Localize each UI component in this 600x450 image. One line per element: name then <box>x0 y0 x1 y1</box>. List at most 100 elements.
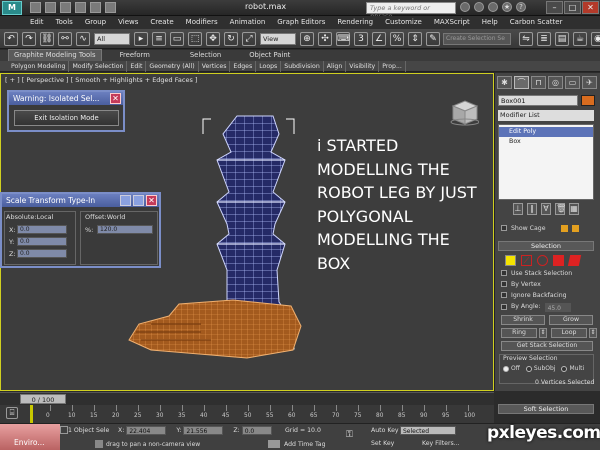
selection-rollout-header[interactable]: Selection <box>498 241 594 251</box>
by-angle-field[interactable]: 45.0 <box>544 302 571 312</box>
by-angle-checkbox[interactable] <box>501 304 507 310</box>
selection-filter-dropdown[interactable]: All <box>94 32 130 45</box>
panel-align[interactable]: Align <box>324 60 347 72</box>
binoculars-icon[interactable] <box>460 2 470 12</box>
cage-color-swatch[interactable] <box>561 224 569 232</box>
panel-polygon-modeling[interactable]: Polygon Modeling <box>8 60 70 72</box>
rectangle-selection-icon[interactable]: ▭ <box>170 31 184 46</box>
pivot-center-icon[interactable]: ⊕ <box>300 31 314 46</box>
select-by-name-icon[interactable]: ≡ <box>152 31 166 46</box>
panel-subdivision[interactable]: Subdivision <box>281 60 324 72</box>
menu-modifiers[interactable]: Modifiers <box>186 16 218 29</box>
set-key-button[interactable]: Set Key <box>371 440 394 447</box>
align-icon[interactable]: ≣ <box>537 32 551 46</box>
window-crossing-icon[interactable]: ⬚ <box>188 31 202 46</box>
element-level-icon[interactable] <box>567 255 582 266</box>
maximize-button[interactable]: □ <box>564 1 581 14</box>
hierarchy-tab-icon[interactable]: ⊓ <box>531 75 546 89</box>
scale-x-field[interactable]: 0.0 <box>17 225 67 234</box>
close-icon[interactable]: ✕ <box>146 195 157 206</box>
close-icon[interactable]: ✕ <box>110 93 121 104</box>
ignore-backfacing-checkbox[interactable] <box>501 292 507 298</box>
reference-coordinate-dropdown[interactable]: View <box>260 32 296 45</box>
render-setup-icon[interactable]: ☕ <box>573 32 587 46</box>
new-file-icon[interactable] <box>30 2 41 13</box>
menu-graph-editors[interactable]: Graph Editors <box>277 16 325 29</box>
create-tab-icon[interactable]: ✱ <box>497 75 512 89</box>
configure-modifier-sets-icon[interactable]: ▦ <box>569 203 579 215</box>
polygon-level-icon[interactable] <box>553 255 564 266</box>
save-file-icon[interactable] <box>60 2 71 13</box>
stack-item-edit-poly[interactable]: Edit Poly <box>499 127 593 137</box>
border-level-icon[interactable] <box>537 255 548 266</box>
menu-rendering[interactable]: Rendering <box>337 16 373 29</box>
viewcube-icon[interactable] <box>449 98 479 128</box>
scale-panel-titlebar[interactable]: Scale Transform Type-In ✕ <box>2 194 159 207</box>
search-input[interactable]: Type a keyword or phrase <box>366 2 456 20</box>
utilities-tab-icon[interactable]: ✈ <box>582 75 597 89</box>
tab-selection[interactable]: Selection <box>190 50 221 61</box>
menu-customize[interactable]: Customize <box>385 16 422 29</box>
restore-icon[interactable] <box>133 195 144 206</box>
select-link-icon[interactable]: ⛓ <box>40 31 54 46</box>
menu-tools[interactable]: Tools <box>56 16 73 29</box>
angle-snap-icon[interactable]: ∠ <box>372 31 386 46</box>
ring-button[interactable]: Ring <box>501 328 537 338</box>
menu-carbon-scatter[interactable]: Carbon Scatter <box>510 16 563 29</box>
move-icon[interactable]: ✥ <box>206 31 220 46</box>
stack-item-box[interactable]: Box <box>499 137 593 147</box>
project-folder-icon[interactable] <box>105 2 116 13</box>
soft-selection-rollout-header[interactable]: Soft Selection <box>498 404 594 414</box>
menu-animation[interactable]: Animation <box>230 16 266 29</box>
maxscript-listener-tab[interactable]: Enviro... <box>0 424 60 450</box>
coord-z-field[interactable]: 0.0 <box>241 426 272 435</box>
time-tag-icon[interactable] <box>268 440 280 448</box>
redo-icon[interactable] <box>90 2 101 13</box>
add-time-tag-button[interactable]: Add Time Tag <box>284 441 326 448</box>
select-manipulate-icon[interactable]: ✣ <box>318 31 332 46</box>
coord-x-field[interactable]: 22.404 <box>126 426 167 435</box>
menu-help[interactable]: Help <box>482 16 498 29</box>
scale-icon[interactable]: ⤢ <box>242 31 256 46</box>
panel-edit[interactable]: Edit <box>127 60 147 72</box>
snaps-toggle-icon[interactable]: 3 <box>354 31 368 46</box>
edge-level-icon[interactable]: ⟋ <box>521 255 532 266</box>
make-unique-icon[interactable]: ∀ <box>541 203 551 215</box>
vertex-level-icon[interactable] <box>505 255 516 266</box>
pin-stack-icon[interactable]: ⊥ <box>513 203 523 215</box>
tab-freeform[interactable]: Freeform <box>120 50 150 61</box>
panel-vertices[interactable]: Vertices <box>199 60 231 72</box>
open-file-icon[interactable] <box>45 2 56 13</box>
motion-tab-icon[interactable]: ◎ <box>548 75 563 89</box>
menu-create[interactable]: Create <box>150 16 173 29</box>
key-filters-button[interactable]: Key Filters... <box>422 440 460 447</box>
track-bar[interactable]: ⌸ 0 10 15 20 25 30 35 40 45 50 55 60 65 70 75 80 85 90 95 1… <box>0 405 494 423</box>
redo-arrow-icon[interactable]: ↷ <box>22 31 36 46</box>
panel-loops[interactable]: Loops <box>256 60 282 72</box>
display-tab-icon[interactable]: ▭ <box>565 75 580 89</box>
favorites-star-icon[interactable]: ★ <box>502 2 512 12</box>
menu-group[interactable]: Group <box>85 16 106 29</box>
key-icon[interactable]: ⚿ <box>346 431 360 440</box>
object-name-field[interactable]: Box001 <box>498 95 578 106</box>
auto-key-button[interactable]: Auto Key <box>371 427 399 434</box>
close-button[interactable]: ✕ <box>582 1 599 14</box>
cage-selected-color-swatch[interactable] <box>572 224 580 232</box>
subscription-icon[interactable] <box>474 2 484 12</box>
remove-modifier-icon[interactable]: 🗑 <box>555 203 566 215</box>
preview-off-radio[interactable] <box>503 365 509 372</box>
use-stack-selection-checkbox[interactable] <box>501 270 507 276</box>
menu-views[interactable]: Views <box>118 16 138 29</box>
bind-space-warp-icon[interactable]: ∿ <box>76 31 90 46</box>
show-cage-checkbox[interactable] <box>501 225 507 231</box>
grow-button[interactable]: Grow <box>549 315 593 325</box>
percent-snap-icon[interactable]: % <box>390 31 404 46</box>
get-stack-selection-button[interactable]: Get Stack Selection <box>501 341 593 351</box>
panel-modify-selection[interactable]: Modify Selection <box>69 60 128 72</box>
rotate-icon[interactable]: ↻ <box>224 31 238 46</box>
named-selection-sets-dropdown[interactable]: Create Selection Se <box>443 33 511 45</box>
help-icon[interactable]: ? <box>516 2 526 12</box>
minimize-icon[interactable] <box>120 195 131 206</box>
undo-arrow-icon[interactable]: ↶ <box>4 31 18 46</box>
scale-z-field[interactable]: 0.0 <box>17 249 67 258</box>
